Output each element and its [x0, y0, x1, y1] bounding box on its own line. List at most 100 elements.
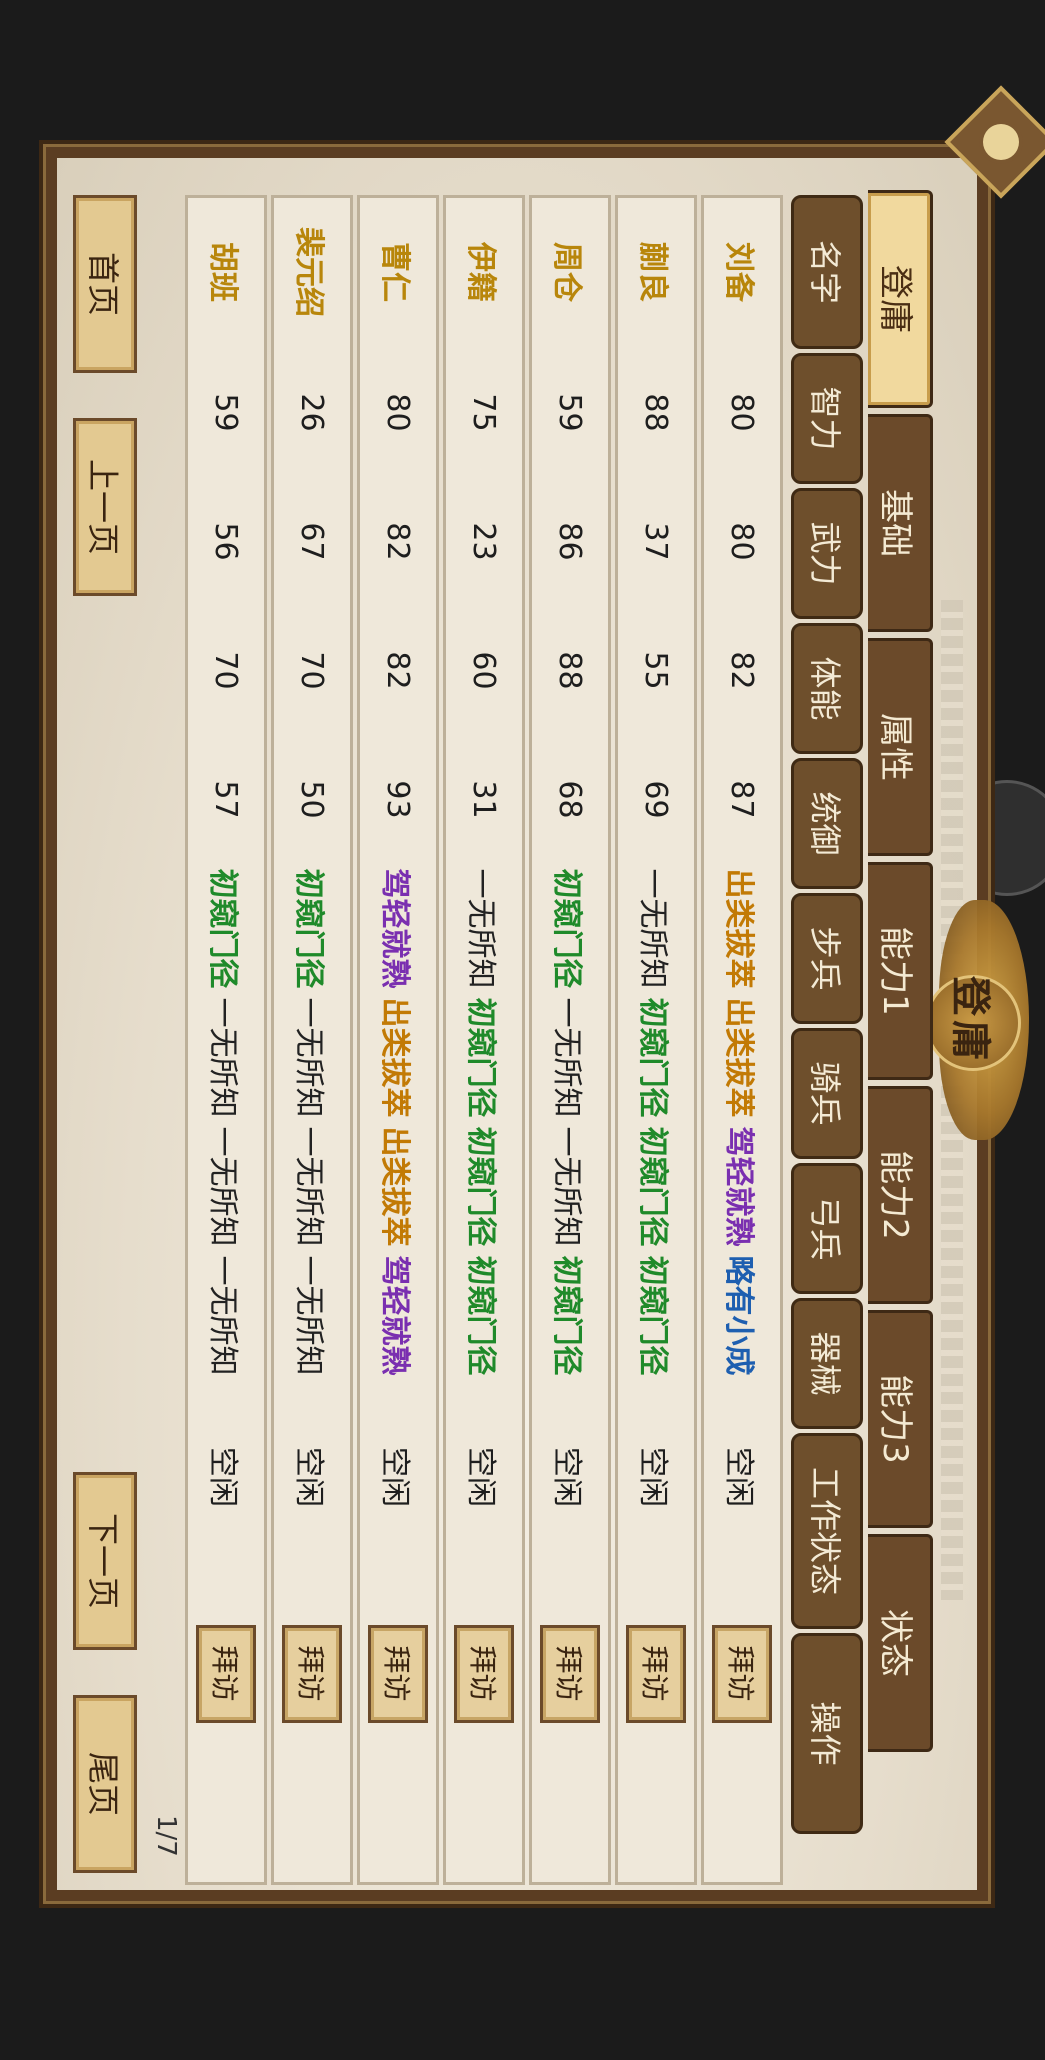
next-page-button[interactable]: 下一页 [73, 1472, 137, 1650]
col-work-status-cell: 空闲 [291, 1447, 326, 1507]
visit-button[interactable]: 拜访 [626, 1624, 686, 1723]
table-row: 周仓 59 86 88 68 初窥门径 一无所知 一无所知 初窥门径 空闲 拜访 [529, 195, 611, 1885]
tab-recruit[interactable]: 登庸 [868, 190, 933, 408]
visit-button[interactable]: 拜访 [540, 1624, 600, 1723]
col-siege-cell: 初窥门径 [549, 1255, 584, 1376]
col-leadership-cell: 93 [380, 780, 416, 819]
tab-attributes[interactable]: 属性 [868, 638, 933, 856]
col-siege-cell: 初窥门径 [463, 1255, 498, 1376]
table-row: 蒯良 88 37 55 69 一无所知 初窥门径 初窥门径 初窥门径 空闲 拜访 [615, 195, 697, 1885]
col-intelligence-cell: 26 [294, 393, 330, 432]
col-siege-cell: 一无所知 [205, 1255, 240, 1376]
col-cavalry-header[interactable]: 骑兵 [791, 1028, 863, 1159]
col-strength-cell: 37 [638, 522, 674, 561]
col-name-cell: 刘备 [721, 242, 756, 302]
col-leadership-cell: 87 [724, 780, 760, 819]
col-stamina-cell: 82 [724, 651, 760, 690]
col-name-cell: 裴元绍 [291, 227, 326, 317]
col-stamina-cell: 82 [380, 651, 416, 690]
col-cavalry-cell: 一无所知 [205, 997, 240, 1118]
col-name-cell: 胡班 [205, 242, 240, 302]
page-indicator: 1/7 [151, 1815, 181, 1857]
col-stamina-cell: 70 [208, 651, 244, 690]
col-strength-cell: 67 [294, 522, 330, 561]
col-infantry-cell: 初窥门径 [205, 868, 240, 989]
col-cavalry-cell: 出类拔萃 [721, 997, 756, 1118]
tab-ability-3[interactable]: 能力3 [868, 1310, 933, 1528]
col-cavalry-cell: 初窥门径 [635, 997, 670, 1118]
visit-button[interactable]: 拜访 [368, 1624, 428, 1723]
col-action-header[interactable]: 操作 [791, 1633, 863, 1834]
col-name-cell: 蒯良 [635, 242, 670, 302]
table-row: 伊籍 75 23 60 31 一无所知 初窥门径 初窥门径 初窥门径 空闲 拜访 [443, 195, 525, 1885]
tab-status[interactable]: 状态 [868, 1534, 933, 1752]
visit-button[interactable]: 拜访 [712, 1624, 772, 1723]
table-header: 名字 智力 武力 体能 统御 步兵 骑兵 弓兵 器械 工作状态 操作 [791, 195, 863, 1885]
rotated-game-screen: 登庸 登庸 基础 属性 能力1 能力2 能力3 状态 名字 智力 武力 体能 统御 步兵 骑兵 弓兵 器械工… [0, 0, 1045, 2060]
col-name-cell: 周仓 [549, 242, 584, 302]
col-cavalry-cell: 一无所知 [549, 997, 584, 1118]
col-archer-cell: 一无所知 [205, 1126, 240, 1247]
col-archer-cell: 驾轻就熟 [721, 1126, 756, 1247]
col-strength-cell: 23 [466, 522, 502, 561]
col-action-cell: 拜访 [704, 1576, 780, 1771]
col-strength-cell: 80 [724, 522, 760, 561]
col-action-cell: 拜访 [446, 1576, 522, 1771]
col-leadership-cell: 68 [552, 780, 588, 819]
col-siege-cell: 驾轻就熟 [377, 1255, 412, 1376]
col-intelligence-header[interactable]: 智力 [791, 353, 863, 484]
col-stamina-cell: 88 [552, 651, 588, 690]
col-intelligence-cell: 59 [208, 393, 244, 432]
title-plate: 登庸 [925, 900, 1041, 1140]
col-intelligence-cell: 80 [724, 393, 760, 432]
col-work-status-cell: 空闲 [635, 1447, 670, 1507]
col-siege-cell: 初窥门径 [635, 1255, 670, 1376]
first-page-button[interactable]: 首页 [73, 195, 137, 373]
col-infantry-cell: 一无所知 [463, 868, 498, 989]
col-cavalry-cell: 出类拔萃 [377, 997, 412, 1118]
col-work-status-header[interactable]: 工作状态 [791, 1433, 863, 1629]
visit-button[interactable]: 拜访 [454, 1624, 514, 1723]
table-row: 胡班 59 56 70 57 初窥门径 一无所知 一无所知 一无所知 空闲 拜访 [185, 195, 267, 1885]
col-archer-cell: 一无所知 [291, 1126, 326, 1247]
col-name-header[interactable]: 名字 [791, 195, 863, 349]
tab-ability-2[interactable]: 能力2 [868, 1086, 933, 1304]
col-archer-header[interactable]: 弓兵 [791, 1163, 863, 1294]
tab-basic[interactable]: 基础 [868, 414, 933, 632]
col-intelligence-cell: 75 [466, 393, 502, 432]
table-row: 裴元绍 26 67 70 50 初窥门径 一无所知 一无所知 一无所知 空闲 拜访 [271, 195, 353, 1885]
last-page-button[interactable]: 尾页 [73, 1695, 137, 1873]
col-cavalry-cell: 初窥门径 [463, 997, 498, 1118]
col-leadership-cell: 57 [208, 780, 244, 819]
col-action-cell: 拜访 [532, 1576, 608, 1771]
col-work-status-cell: 空闲 [463, 1447, 498, 1507]
visit-button[interactable]: 拜访 [196, 1624, 256, 1723]
col-name-cell: 曹仁 [377, 242, 412, 302]
prev-page-button[interactable]: 上一页 [73, 418, 137, 596]
col-infantry-cell: 驾轻就熟 [377, 868, 412, 989]
col-cavalry-cell: 一无所知 [291, 997, 326, 1118]
col-strength-header[interactable]: 武力 [791, 488, 863, 619]
col-leadership-cell: 69 [638, 780, 674, 819]
col-work-status-cell: 空闲 [549, 1447, 584, 1507]
visit-button[interactable]: 拜访 [282, 1624, 342, 1723]
col-stamina-header[interactable]: 体能 [791, 623, 863, 754]
col-intelligence-cell: 80 [380, 393, 416, 432]
tab-bar: 登庸 基础 属性 能力1 能力2 能力3 状态 [867, 190, 933, 1752]
col-archer-cell: 初窥门径 [635, 1126, 670, 1247]
col-action-cell: 拜访 [360, 1576, 436, 1771]
col-work-status-cell: 空闲 [721, 1447, 756, 1507]
col-infantry-cell: 一无所知 [635, 868, 670, 989]
col-intelligence-cell: 59 [552, 393, 588, 432]
col-siege-header[interactable]: 器械 [791, 1298, 863, 1429]
col-stamina-cell: 55 [638, 651, 674, 690]
tab-ability-1[interactable]: 能力1 [868, 862, 933, 1080]
col-name-cell: 伊籍 [463, 242, 498, 302]
col-archer-cell: 初窥门径 [463, 1126, 498, 1247]
col-infantry-header[interactable]: 步兵 [791, 893, 863, 1024]
col-intelligence-cell: 88 [638, 393, 674, 432]
col-leadership-cell: 50 [294, 780, 330, 819]
col-strength-cell: 82 [380, 522, 416, 561]
col-leadership-header[interactable]: 统御 [791, 758, 863, 889]
col-infantry-cell: 初窥门径 [549, 868, 584, 989]
